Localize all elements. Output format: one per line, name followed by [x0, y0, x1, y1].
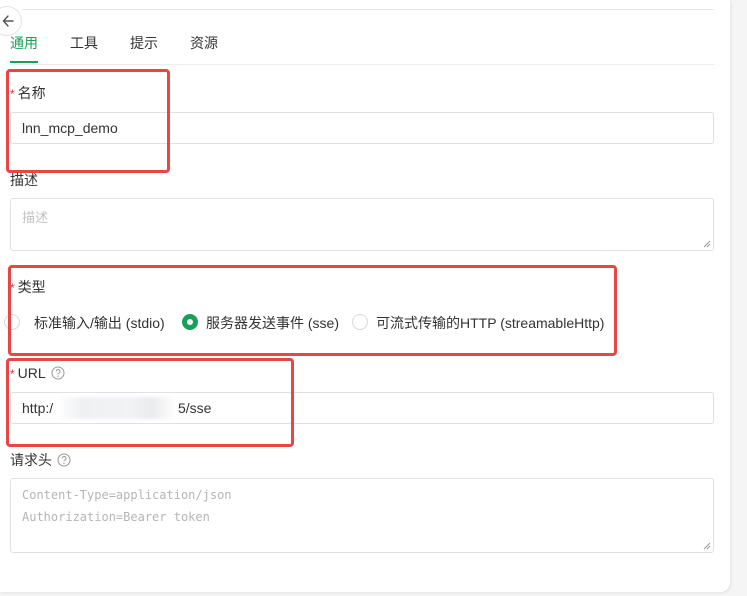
url-input-value-prefix: http:/ [22, 400, 54, 416]
radio-sse-dot[interactable] [182, 314, 198, 330]
tab-bar: 通用 工具 提示 资源 [10, 28, 714, 65]
resize-grip-icon[interactable] [703, 542, 711, 550]
name-label: * 名称 [10, 85, 46, 101]
question-circle-icon[interactable] [51, 366, 65, 380]
settings-panel: 通用 工具 提示 资源 * 名称 lnn_mcp_demo 描述 描述 * 类型 标… [0, 0, 730, 592]
radio-streamable-http-dot[interactable] [352, 314, 368, 330]
description-textarea[interactable]: 描述 [10, 198, 714, 251]
tab-resources[interactable]: 资源 [190, 34, 218, 52]
top-divider [22, 9, 714, 10]
headers-label: 请求头 [10, 451, 71, 469]
question-circle-icon[interactable] [57, 453, 71, 467]
arrow-left-icon [2, 15, 14, 27]
radio-stdio-dot[interactable] [4, 314, 20, 330]
tab-tools[interactable]: 工具 [70, 34, 98, 52]
resize-grip-icon[interactable] [703, 240, 711, 248]
url-label: * URL [10, 364, 65, 383]
url-input-value-suffix: 5/sse [178, 400, 212, 416]
active-tab-indicator [10, 61, 38, 63]
headers-textarea[interactable]: Content-Type=application/json Authorizat… [10, 478, 714, 553]
tab-general[interactable]: 通用 [10, 34, 38, 52]
name-input[interactable]: lnn_mcp_demo [10, 112, 714, 144]
required-mark: * [10, 87, 15, 101]
name-input-value: lnn_mcp_demo [22, 120, 118, 136]
type-label: * 类型 [10, 279, 46, 295]
redacted-url-region [58, 397, 176, 419]
tab-prompts[interactable]: 提示 [130, 34, 158, 52]
headers-placeholder-line-1: Content-Type=application/json [22, 488, 232, 502]
description-label: 描述 [10, 172, 38, 188]
headers-placeholder-line-2: Authorization=Bearer token [22, 510, 210, 524]
description-placeholder: 描述 [22, 210, 49, 225]
